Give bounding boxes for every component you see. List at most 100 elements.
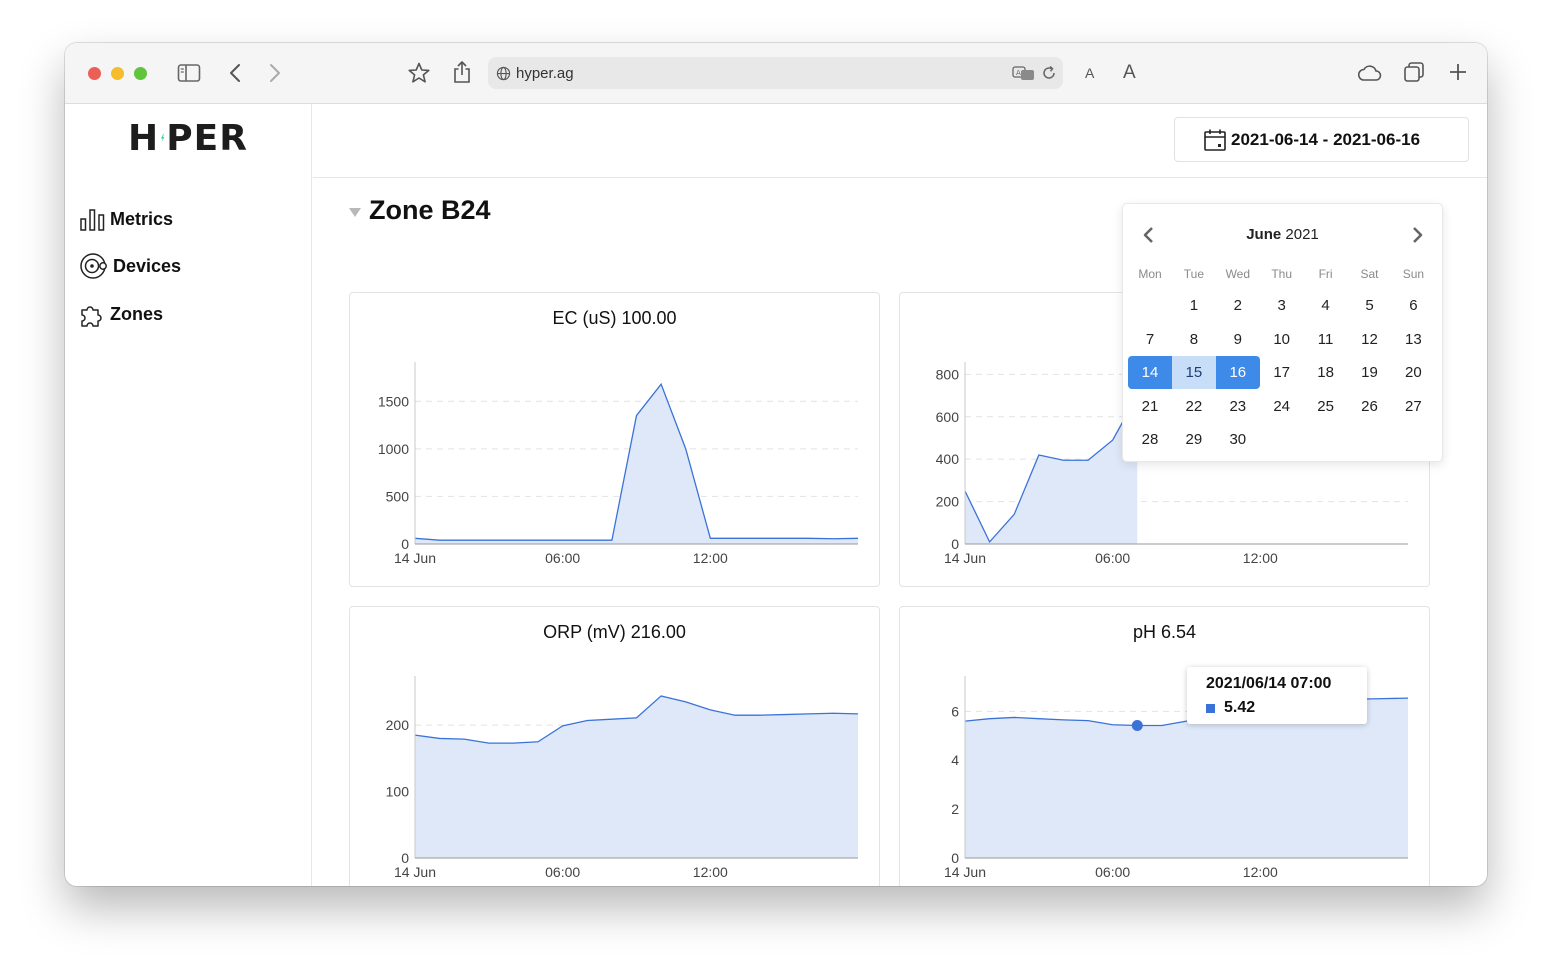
zone-collapse-toggle[interactable] [349, 208, 361, 217]
calendar-day[interactable]: 27 [1391, 390, 1435, 423]
new-tab-icon[interactable] [1447, 61, 1469, 83]
ph-chart[interactable]: 024614 Jun 06:00 12:00 [900, 607, 1431, 886]
calendar-day[interactable]: 19 [1348, 356, 1392, 389]
sidebar-item-metrics[interactable]: Metrics [79, 204, 173, 234]
sidebar-item-label: Devices [113, 255, 182, 276]
y-tick-label: 1000 [378, 441, 409, 457]
y-tick-label: 200 [386, 717, 410, 733]
x-tick-label: 14 Jun [944, 550, 986, 566]
icloud-icon[interactable] [1355, 62, 1383, 84]
series-area [415, 695, 858, 858]
calendar-day[interactable]: 24 [1260, 390, 1304, 423]
weekday-label: Mon [1138, 267, 1162, 281]
calendar-day[interactable]: 26 [1348, 390, 1392, 423]
translate-icon[interactable]: A [1012, 65, 1036, 81]
main-content: 2021-06-14 - 2021-06-16 Zone B24 EC (uS)… [313, 104, 1487, 886]
calendar-day[interactable]: 6 [1391, 289, 1435, 322]
x-tick-label: 14 Jun [944, 864, 986, 880]
calendar-day[interactable]: 9 [1216, 323, 1260, 356]
calendar-day[interactable]: 5 [1348, 289, 1392, 322]
y-tick-label: 100 [386, 784, 410, 800]
calendar-day[interactable]: 11 [1304, 323, 1348, 356]
series-area [415, 384, 858, 544]
zoom-window-button[interactable] [134, 67, 147, 80]
calendar-day[interactable]: 15 [1171, 356, 1216, 389]
calendar-day[interactable]: 3 [1260, 289, 1304, 322]
close-window-button[interactable] [88, 67, 101, 80]
calendar-day[interactable]: 13 [1391, 323, 1435, 356]
address-bar[interactable]: hyper.ag A [488, 57, 1063, 89]
svg-text:A: A [1016, 69, 1021, 77]
ec-chart[interactable]: 05001000150014 Jun 06:00 12:00 [350, 293, 881, 588]
chart-card-orp: ORP (mV) 216.00 0 100 200 14 Jun 06:00 12:00 [349, 606, 880, 886]
series-area [965, 395, 1138, 544]
orp-chart[interactable]: 010020014 Jun 06:00 12:00 [350, 607, 881, 886]
browser-window: hyper.ag A A A H PER Metrics Devices Zon… [65, 43, 1487, 886]
weekday-label: Tue [1183, 267, 1204, 281]
y-tick-label: 800 [936, 366, 960, 382]
zone-title: Zone B24 [369, 195, 491, 225]
calendar-icon [1204, 129, 1226, 151]
bookmark-star-icon[interactable] [407, 61, 431, 85]
calendar-day[interactable]: 14 [1128, 356, 1172, 389]
sidebar-item-devices[interactable]: Devices [79, 251, 181, 281]
calendar-day[interactable]: 25 [1304, 390, 1348, 423]
calendar-day[interactable]: 16 [1215, 356, 1260, 389]
back-icon[interactable] [225, 62, 245, 84]
y-tick-label: 500 [386, 488, 410, 504]
x-tick-label: 06:00 [545, 864, 580, 880]
sidebar-item-zones[interactable]: Zones [79, 299, 163, 329]
calendar-day[interactable]: 17 [1260, 356, 1304, 389]
y-tick-label: 1500 [378, 393, 409, 409]
calendar-day[interactable]: 10 [1260, 323, 1304, 356]
x-tick-label: 14 Jun [394, 864, 436, 880]
calendar-day[interactable]: 8 [1172, 323, 1216, 356]
calendar-day[interactable]: 23 [1216, 390, 1260, 423]
decrease-text-size-button[interactable]: A [1085, 65, 1094, 81]
calendar-day[interactable]: 20 [1391, 356, 1435, 389]
forward-icon[interactable] [265, 62, 285, 84]
highlighted-data-point[interactable] [1131, 720, 1143, 732]
calendar-month[interactable]: June [1246, 226, 1281, 243]
sidebar-item-label: Zones [110, 303, 164, 324]
share-icon[interactable] [451, 59, 473, 85]
date-range-picker-button[interactable]: 2021-06-14 - 2021-06-16 [1174, 117, 1469, 162]
tabs-overview-icon[interactable] [1402, 60, 1426, 84]
calendar-year[interactable]: 2021 [1285, 226, 1318, 243]
reload-icon[interactable] [1041, 65, 1057, 81]
x-tick-label: 12:00 [1243, 864, 1278, 880]
calendar-day[interactable]: 7 [1128, 323, 1172, 356]
y-tick-label: 6 [951, 703, 959, 719]
y-tick-label: 600 [936, 409, 960, 425]
x-tick-label: 06:00 [1095, 864, 1130, 880]
hyper-logo[interactable]: H PER [128, 118, 248, 159]
sidebar-toggle-icon[interactable] [177, 62, 201, 84]
sidebar-item-label: Metrics [110, 208, 174, 229]
minimize-window-button[interactable] [111, 67, 124, 80]
tooltip-value: 5.42 [1224, 699, 1256, 716]
globe-icon [496, 66, 511, 81]
calendar-day[interactable]: 1 [1172, 289, 1216, 322]
devices-icon [80, 253, 107, 279]
weekday-label: Sun [1402, 267, 1425, 281]
calendar-day[interactable]: 21 [1128, 390, 1172, 423]
increase-text-size-button[interactable]: A [1123, 62, 1136, 84]
weekday-label: Fri [1318, 267, 1333, 281]
y-tick-label: 2 [951, 801, 959, 817]
lightning-icon [161, 133, 165, 143]
calendar-day[interactable]: 12 [1348, 323, 1392, 356]
calendar-day[interactable]: 22 [1172, 390, 1216, 423]
calendar-day[interactable]: 30 [1216, 423, 1260, 456]
calendar-month-title: June 2021 [1123, 226, 1442, 243]
x-tick-label: 12:00 [1243, 550, 1278, 566]
calendar-day[interactable]: 2 [1216, 289, 1260, 322]
date-range-text: 2021-06-14 - 2021-06-16 [1231, 129, 1421, 149]
calendar-day[interactable]: 28 [1128, 423, 1172, 456]
chevron-right-icon [1413, 227, 1423, 243]
chart-card-ec: EC (uS) 100.00 0 500 1000 1500 14 Jun 06:00 12… [349, 292, 880, 587]
calendar-day[interactable]: 29 [1172, 423, 1216, 456]
calendar-day[interactable]: 4 [1304, 289, 1348, 322]
next-month-button[interactable] [1405, 222, 1431, 248]
puzzle-icon [81, 305, 102, 327]
calendar-day[interactable]: 18 [1304, 356, 1348, 389]
